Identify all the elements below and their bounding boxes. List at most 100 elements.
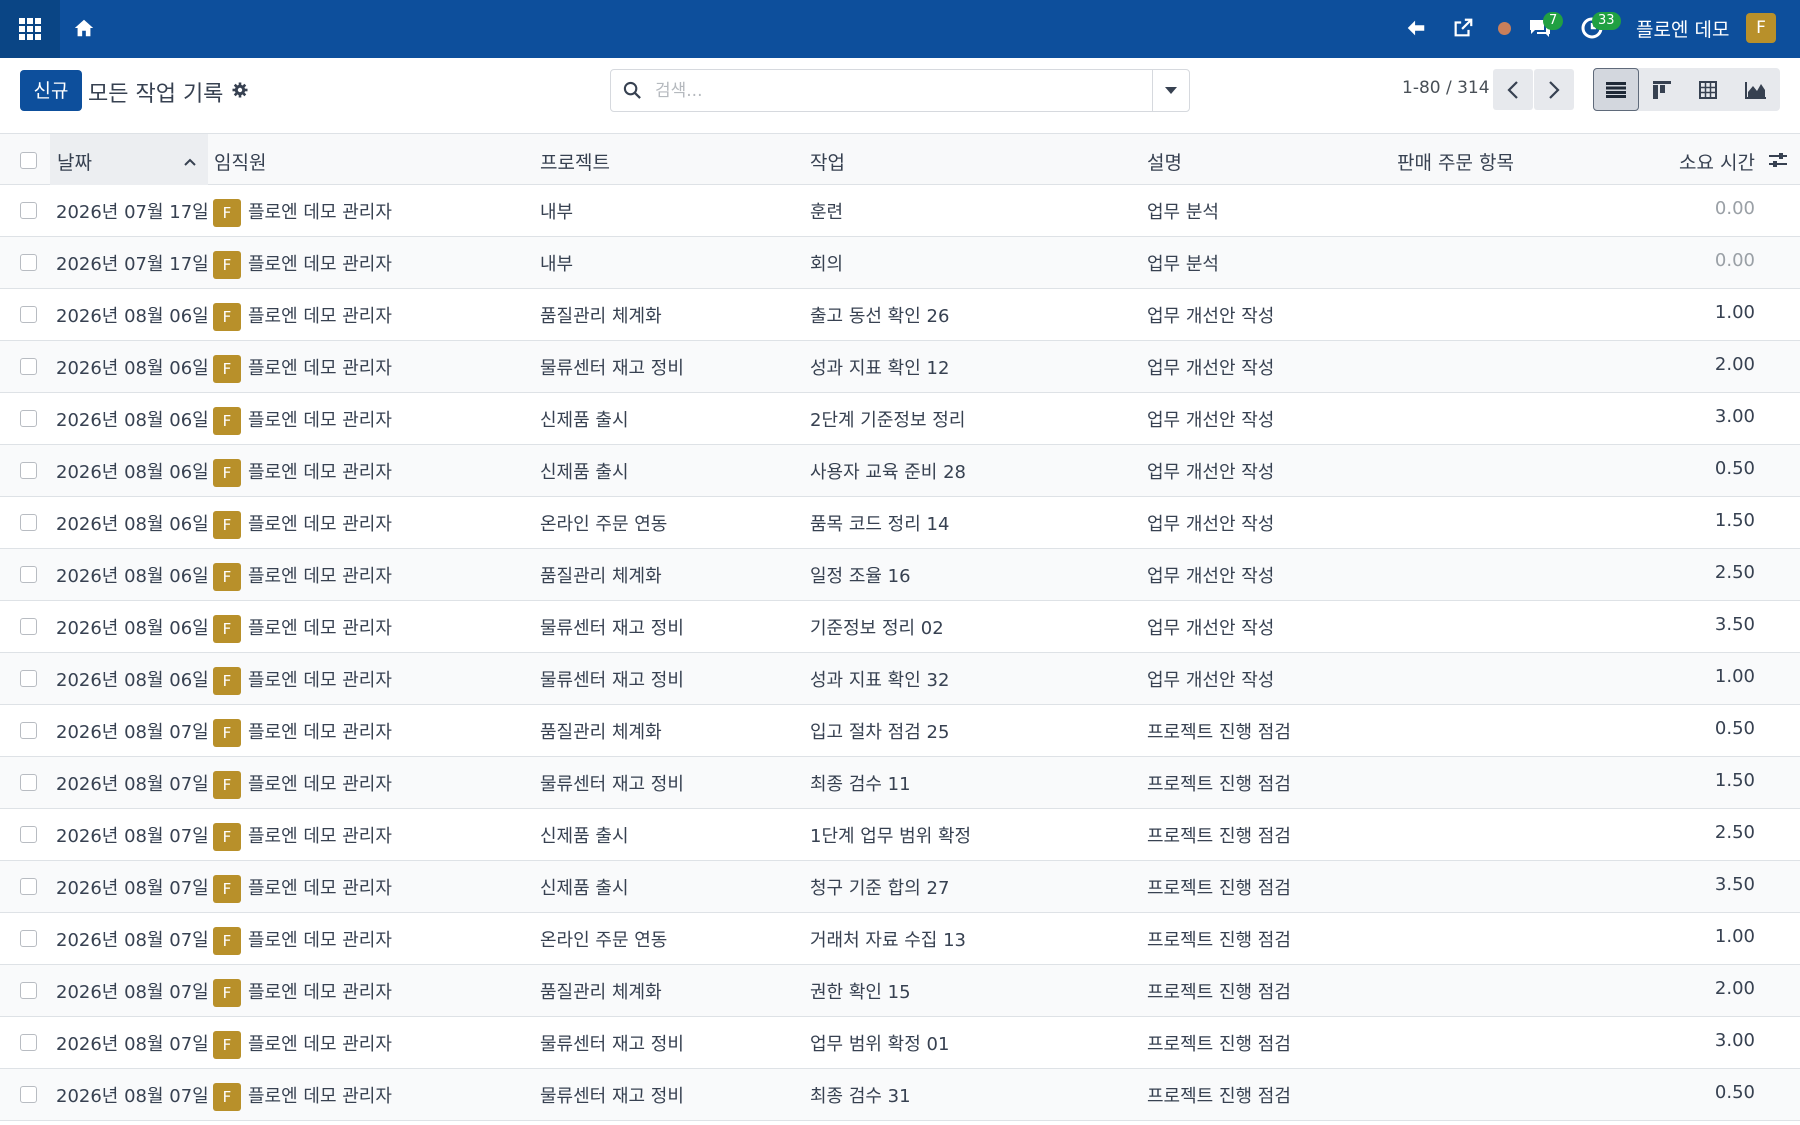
gear-icon <box>232 82 248 98</box>
row-task: 2단계 기준정보 정리 <box>810 410 966 431</box>
row-checkbox[interactable] <box>20 514 37 531</box>
row-project: 온라인 주문 연동 <box>540 514 668 535</box>
list-view-button[interactable] <box>1593 68 1639 111</box>
table-row[interactable]: 2026년 08월 06일 F 플로엔 데모 관리자 신제품 출시 2단계 기준정보 정… <box>0 393 1800 445</box>
row-checkbox[interactable] <box>20 566 37 583</box>
row-project: 신제품 출시 <box>540 878 629 899</box>
row-task: 사용자 교육 준비 28 <box>810 462 966 483</box>
list-header: 날짜 임직원 프로젝트 작업 설명 판매 주문 항목 소요 시간 <box>0 133 1800 185</box>
table-row[interactable]: 2026년 07월 17일 F 플로엔 데모 관리자 내부 회의 업무 분석 0.00 <box>0 237 1800 289</box>
table-row[interactable]: 2026년 08월 07일 F 플로엔 데모 관리자 물류센터 재고 정비 업무 범위 … <box>0 1017 1800 1069</box>
row-checkbox[interactable] <box>20 1034 37 1051</box>
employee-avatar: F <box>213 875 241 903</box>
row-checkbox[interactable] <box>20 618 37 635</box>
graph-view-button[interactable] <box>1733 68 1779 111</box>
column-header-date[interactable]: 날짜 <box>57 148 92 175</box>
table-row[interactable]: 2026년 08월 07일 F 플로엔 데모 관리자 물류센터 재고 정비 최종 검수 … <box>0 1069 1800 1121</box>
optional-columns-toggle[interactable] <box>1768 151 1788 173</box>
row-description: 업무 분석 <box>1147 254 1219 275</box>
back-button[interactable] <box>1405 17 1427 43</box>
row-description: 프로젝트 진행 점검 <box>1147 930 1291 951</box>
row-employee: 플로엔 데모 관리자 <box>248 410 392 431</box>
user-menu-name[interactable]: 플로엔 데모 <box>1636 15 1729 42</box>
column-header-employee[interactable]: 임직원 <box>214 148 266 175</box>
row-checkbox[interactable] <box>20 982 37 999</box>
search-options-toggle[interactable] <box>1152 70 1189 111</box>
row-checkbox[interactable] <box>20 202 37 219</box>
row-task: 거래처 자료 수집 13 <box>810 930 966 951</box>
new-button[interactable]: 신규 <box>20 70 82 111</box>
table-row[interactable]: 2026년 08월 06일 F 플로엔 데모 관리자 신제품 출시 사용자 교육 준비 … <box>0 445 1800 497</box>
table-row[interactable]: 2026년 08월 07일 F 플로엔 데모 관리자 품질관리 체계화 입고 절차 점검… <box>0 705 1800 757</box>
row-employee: 플로엔 데모 관리자 <box>248 202 392 223</box>
table-row[interactable]: 2026년 08월 06일 F 플로엔 데모 관리자 물류센터 재고 정비 기준정보 정… <box>0 601 1800 653</box>
row-description: 업무 개선안 작성 <box>1147 410 1275 431</box>
pager-value[interactable]: 1-80 / 314 <box>1402 78 1490 98</box>
row-date: 2026년 08월 07일 <box>56 878 209 899</box>
apps-menu-button[interactable] <box>0 0 60 58</box>
row-task: 업무 범위 확정 01 <box>810 1034 950 1055</box>
row-hours: 0.50 <box>1714 458 1755 479</box>
actions-gear-button[interactable] <box>232 82 248 102</box>
row-date: 2026년 08월 06일 <box>56 358 209 379</box>
row-date: 2026년 08월 07일 <box>56 982 209 1003</box>
row-checkbox[interactable] <box>20 462 37 479</box>
row-checkbox[interactable] <box>20 878 37 895</box>
row-checkbox[interactable] <box>20 774 37 791</box>
table-row[interactable]: 2026년 08월 06일 F 플로엔 데모 관리자 물류센터 재고 정비 성과 지표 … <box>0 653 1800 705</box>
row-hours: 2.00 <box>1714 978 1755 999</box>
pager-next-button[interactable] <box>1534 69 1574 110</box>
status-indicator[interactable] <box>1497 21 1512 40</box>
column-header-description[interactable]: 설명 <box>1147 148 1182 175</box>
table-row[interactable]: 2026년 08월 06일 F 플로엔 데모 관리자 물류센터 재고 정비 성과 지표 … <box>0 341 1800 393</box>
select-all-checkbox[interactable] <box>20 152 37 169</box>
row-task: 성과 지표 확인 32 <box>810 670 950 691</box>
row-description: 업무 개선안 작성 <box>1147 618 1275 639</box>
row-task: 입고 절차 점검 25 <box>810 722 950 743</box>
table-row[interactable]: 2026년 08월 06일 F 플로엔 데모 관리자 품질관리 체계화 일정 조율 16… <box>0 549 1800 601</box>
row-description: 프로젝트 진행 점검 <box>1147 982 1291 1003</box>
row-hours: 1.00 <box>1714 302 1755 323</box>
column-header-task[interactable]: 작업 <box>810 148 845 175</box>
table-row[interactable]: 2026년 08월 07일 F 플로엔 데모 관리자 품질관리 체계화 권한 확인 15… <box>0 965 1800 1017</box>
chevron-right-icon <box>1549 80 1560 99</box>
row-checkbox[interactable] <box>20 410 37 427</box>
row-checkbox[interactable] <box>20 254 37 271</box>
pivot-grid-icon <box>1699 80 1717 99</box>
table-row[interactable]: 2026년 08월 07일 F 플로엔 데모 관리자 온라인 주문 연동 거래처 자료 … <box>0 913 1800 965</box>
row-project: 물류센터 재고 정비 <box>540 774 684 795</box>
column-header-sale-order-item[interactable]: 판매 주문 항목 <box>1397 148 1514 175</box>
row-checkbox[interactable] <box>20 722 37 739</box>
table-row[interactable]: 2026년 08월 07일 F 플로엔 데모 관리자 신제품 출시 청구 기준 합의 2… <box>0 861 1800 913</box>
row-checkbox[interactable] <box>20 1086 37 1103</box>
row-checkbox[interactable] <box>20 306 37 323</box>
row-checkbox[interactable] <box>20 826 37 843</box>
column-header-hours[interactable]: 소요 시간 <box>1679 148 1755 175</box>
column-settings-icon <box>1769 153 1787 167</box>
row-description: 프로젝트 진행 점검 <box>1147 774 1291 795</box>
column-header-project[interactable]: 프로젝트 <box>540 148 610 175</box>
pager-previous-button[interactable] <box>1493 69 1533 110</box>
row-task: 최종 검수 11 <box>810 774 911 795</box>
row-hours: 1.00 <box>1714 926 1755 947</box>
row-description: 프로젝트 진행 점검 <box>1147 1034 1291 1055</box>
table-row[interactable]: 2026년 08월 06일 F 플로엔 데모 관리자 품질관리 체계화 출고 동선 확인… <box>0 289 1800 341</box>
row-project: 품질관리 체계화 <box>540 566 662 587</box>
user-avatar[interactable]: F <box>1746 13 1776 43</box>
table-row[interactable]: 2026년 07월 17일 F 플로엔 데모 관리자 내부 훈련 업무 분석 0.00 <box>0 185 1800 237</box>
search-bar <box>610 69 1190 112</box>
row-checkbox[interactable] <box>20 670 37 687</box>
row-hours: 3.00 <box>1714 406 1755 427</box>
table-row[interactable]: 2026년 08월 06일 F 플로엔 데모 관리자 온라인 주문 연동 품목 코드 정… <box>0 497 1800 549</box>
pivot-view-button[interactable] <box>1685 68 1731 111</box>
table-row[interactable]: 2026년 08월 07일 F 플로엔 데모 관리자 물류센터 재고 정비 최종 검수 … <box>0 757 1800 809</box>
kanban-view-button[interactable] <box>1639 68 1685 111</box>
employee-avatar: F <box>213 1031 241 1059</box>
external-link-button[interactable] <box>1452 17 1474 43</box>
table-row[interactable]: 2026년 08월 07일 F 플로엔 데모 관리자 신제품 출시 1단계 업무 범위 … <box>0 809 1800 861</box>
search-input[interactable] <box>655 70 1115 111</box>
row-checkbox[interactable] <box>20 358 37 375</box>
row-description: 프로젝트 진행 점검 <box>1147 722 1291 743</box>
row-checkbox[interactable] <box>20 930 37 947</box>
home-button[interactable] <box>73 17 97 41</box>
